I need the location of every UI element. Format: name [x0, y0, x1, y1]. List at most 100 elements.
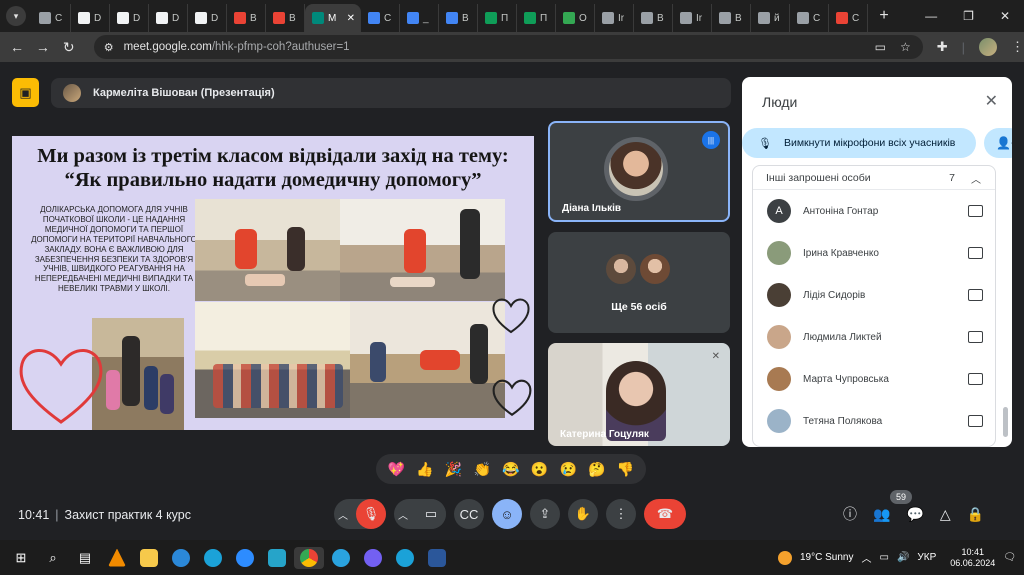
browser-tab[interactable]: С — [829, 4, 868, 32]
browser-tab[interactable]: В — [227, 4, 266, 32]
people-icon[interactable]: 👥 — [873, 506, 890, 523]
participant-tile-kateryna[interactable]: ✕ Катерина Гоцуляк — [548, 343, 730, 446]
reaction-emoji[interactable]: 💖 — [388, 461, 405, 478]
message-icon[interactable] — [968, 373, 983, 385]
message-icon[interactable] — [968, 289, 983, 301]
present-screen-button[interactable]: ⇪ — [530, 499, 560, 529]
browser-tab[interactable]: В — [634, 4, 673, 32]
app-icon[interactable] — [262, 547, 292, 569]
webex-meetings-icon[interactable] — [390, 547, 420, 569]
browser-tab[interactable]: _ — [400, 4, 439, 32]
network-icon[interactable]: ▭ — [879, 552, 888, 563]
reaction-emoji[interactable]: 👎 — [617, 461, 634, 478]
back-arrow-icon[interactable]: ← — [4, 39, 30, 55]
browser-menu-icon[interactable]: ⋮ — [1011, 39, 1024, 55]
chat-icon[interactable]: 💬 — [906, 506, 923, 523]
browser-tab[interactable]: В — [439, 4, 478, 32]
mute-all-button[interactable]: 🎙 Вимкнути мікрофони всіх учасників — [742, 128, 976, 158]
tray-expand-icon[interactable]: ︿ — [861, 550, 871, 565]
browser-tab[interactable]: С — [361, 4, 400, 32]
message-icon[interactable] — [968, 331, 983, 343]
restore-icon[interactable]: ❐ — [963, 9, 974, 23]
word-icon[interactable] — [422, 547, 452, 569]
bookmark-star-icon[interactable]: ☆ — [900, 40, 911, 54]
participant-tile-others[interactable]: Ще 56 осіб — [548, 232, 730, 333]
task-view-icon[interactable]: ▤ — [70, 547, 100, 569]
edge-browser-icon[interactable] — [166, 547, 196, 569]
close-tab-icon[interactable]: ✕ — [347, 13, 355, 24]
minimize-icon[interactable]: — — [925, 9, 937, 23]
message-icon[interactable] — [968, 247, 983, 259]
message-icon[interactable] — [968, 415, 983, 427]
close-panel-icon[interactable]: ✕ — [985, 91, 998, 111]
notifications-icon[interactable]: 🗨 — [1003, 552, 1016, 563]
collapse-chevron-icon[interactable]: ︿ — [971, 171, 981, 186]
participant-row[interactable]: Лідія Сидорів — [753, 274, 995, 316]
language-indicator[interactable]: УКР — [917, 552, 936, 563]
address-bar[interactable]: ⚙ meet.google.com/hhk-pfmp-coh?authuser=… — [93, 35, 923, 59]
close-window-icon[interactable]: ✕ — [1000, 9, 1010, 23]
reaction-emoji[interactable]: 😢 — [560, 461, 577, 478]
file-explorer-icon[interactable] — [134, 547, 164, 569]
participant-row[interactable]: Марта Чупровська — [753, 358, 995, 400]
weather-text[interactable]: 19°C Sunny — [800, 552, 853, 563]
message-icon[interactable] — [968, 205, 983, 217]
browser-tab[interactable]: Ir — [673, 4, 712, 32]
captions-button[interactable]: CC — [454, 499, 484, 529]
browser-tab[interactable]: D — [71, 4, 110, 32]
browser-tab[interactable]: Ir — [595, 4, 634, 32]
browser-tab[interactable]: В — [712, 4, 751, 32]
invited-group-header[interactable]: Інші запрошені особи 7 — [753, 166, 995, 190]
tab-search-chevron-icon[interactable]: ▾ — [6, 6, 26, 26]
reaction-emoji[interactable]: 🤔 — [588, 461, 605, 478]
participant-row[interactable]: Тетяна Полякова — [753, 400, 995, 442]
host-controls-icon[interactable]: 🔒 — [967, 506, 984, 523]
leave-call-button[interactable]: ☎ — [644, 499, 686, 529]
vlc-app-icon[interactable] — [102, 547, 132, 569]
mic-off-button[interactable]: 🎙 — [356, 499, 386, 529]
participant-row[interactable]: Людмила Ликтей — [753, 316, 995, 358]
panel-scrollbar[interactable] — [1003, 407, 1008, 437]
camera-button[interactable]: ▭ — [416, 499, 446, 529]
new-tab-plus-icon[interactable]: + — [872, 7, 896, 25]
raise-hand-button[interactable]: ✋ — [568, 499, 598, 529]
chrome-icon[interactable] — [294, 546, 324, 569]
search-icon[interactable]: ⌕ — [38, 547, 68, 569]
activities-icon[interactable]: △ — [940, 506, 951, 523]
reaction-emoji[interactable]: 🎉 — [445, 461, 462, 478]
browser-tab[interactable]: С — [790, 4, 829, 32]
reaction-emoji[interactable]: 😮 — [531, 461, 548, 478]
telegram-icon[interactable] — [326, 547, 356, 569]
camera-in-use-icon[interactable]: ▭ — [875, 40, 886, 54]
browser-tab[interactable]: О — [556, 4, 595, 32]
meeting-details-icon[interactable]: ⓘ — [843, 504, 857, 524]
participant-row[interactable]: Ірина Кравченко — [753, 232, 995, 274]
browser-tab[interactable]: В — [266, 4, 305, 32]
extensions-puzzle-icon[interactable]: ✚ — [937, 39, 948, 55]
participant-row[interactable]: А Антоніна Гонтар — [753, 190, 995, 232]
browser-tab[interactable]: С — [32, 4, 71, 32]
reaction-emoji[interactable]: 😂 — [502, 461, 519, 478]
viber-icon[interactable] — [358, 547, 388, 569]
mic-options-chevron-icon[interactable]: ︿ — [338, 507, 356, 522]
participant-tile-diana[interactable]: ||| Діана Ільків — [548, 121, 730, 222]
browser-tab[interactable]: D — [110, 4, 149, 32]
presentation-icon[interactable]: ▣ — [12, 78, 39, 107]
camera-options-chevron-icon[interactable]: ︿ — [398, 507, 416, 522]
volume-icon[interactable]: 🔊 — [897, 552, 909, 563]
forward-arrow-icon[interactable]: → — [30, 39, 56, 55]
emoji-reactions-button[interactable]: ☺ — [492, 499, 522, 529]
webex-icon[interactable] — [198, 547, 228, 569]
profile-avatar[interactable] — [979, 38, 997, 56]
clock[interactable]: 10:41 06.06.2024 — [950, 547, 995, 569]
browser-tab[interactable]: D — [188, 4, 227, 32]
browser-tab[interactable]: M ✕ — [305, 4, 361, 32]
more-options-button[interactable]: ⋮ — [606, 499, 636, 529]
reaction-emoji[interactable]: 👍 — [416, 461, 433, 478]
zoom-icon[interactable] — [230, 547, 260, 569]
browser-tab[interactable]: П — [517, 4, 556, 32]
add-people-icon[interactable]: 👤+ — [984, 128, 1012, 158]
browser-tab[interactable]: D — [149, 4, 188, 32]
reaction-emoji[interactable]: 👏 — [474, 461, 491, 478]
windows-start-icon[interactable]: ⊞ — [6, 547, 36, 569]
